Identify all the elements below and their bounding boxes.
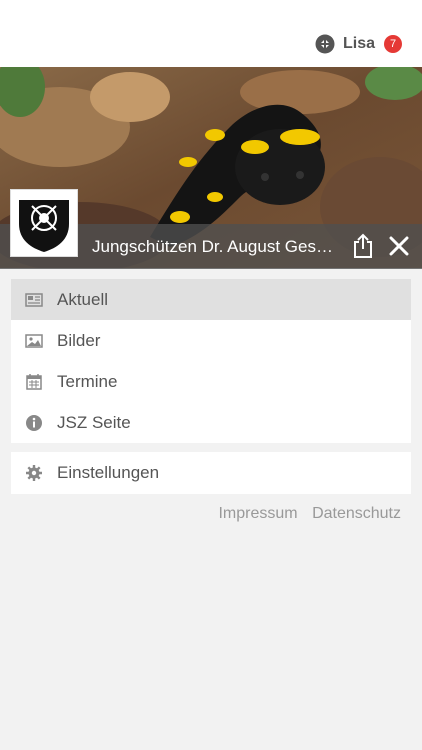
menu-item-label: JSZ Seite <box>57 412 131 432</box>
calendar-icon <box>26 373 42 390</box>
newspaper-icon <box>25 292 43 307</box>
page-title: Jungschützen Dr. August Ges… <box>92 237 333 256</box>
club-avatar <box>10 189 78 257</box>
user-name[interactable]: Lisa <box>343 35 375 53</box>
menu-item-label: Bilder <box>57 330 101 350</box>
club-crest-logo <box>19 200 69 252</box>
menu-item-label: Termine <box>57 371 118 391</box>
menu-item-einstellungen[interactable]: Einstellungen <box>11 452 411 494</box>
menu-item-bilder[interactable]: Bilder <box>11 320 411 361</box>
gear-icon <box>26 465 42 481</box>
close-icon[interactable] <box>388 235 410 257</box>
notification-badge[interactable]: 7 <box>384 35 402 53</box>
impressum-link[interactable]: Impressum <box>218 505 297 522</box>
menu-item-termine[interactable]: Termine <box>11 361 411 402</box>
footer-links: Impressum Datenschutz <box>208 505 401 523</box>
app-logo-icon <box>315 34 335 54</box>
menu-item-aktuell[interactable]: Aktuell <box>11 279 411 320</box>
menu-item-jsz-seite[interactable]: JSZ Seite <box>11 402 411 443</box>
info-icon <box>26 414 42 431</box>
settings-label: Einstellungen <box>57 463 160 482</box>
main-menu: Aktuell Bilder Termine JSZ Seite <box>11 279 411 443</box>
image-icon <box>25 333 43 348</box>
datenschutz-link[interactable]: Datenschutz <box>312 505 401 522</box>
top-bar: Lisa 7 <box>0 0 422 67</box>
menu-item-label: Aktuell <box>57 289 109 309</box>
share-icon[interactable] <box>352 233 374 259</box>
user-menu[interactable]: Lisa 7 <box>315 33 402 55</box>
